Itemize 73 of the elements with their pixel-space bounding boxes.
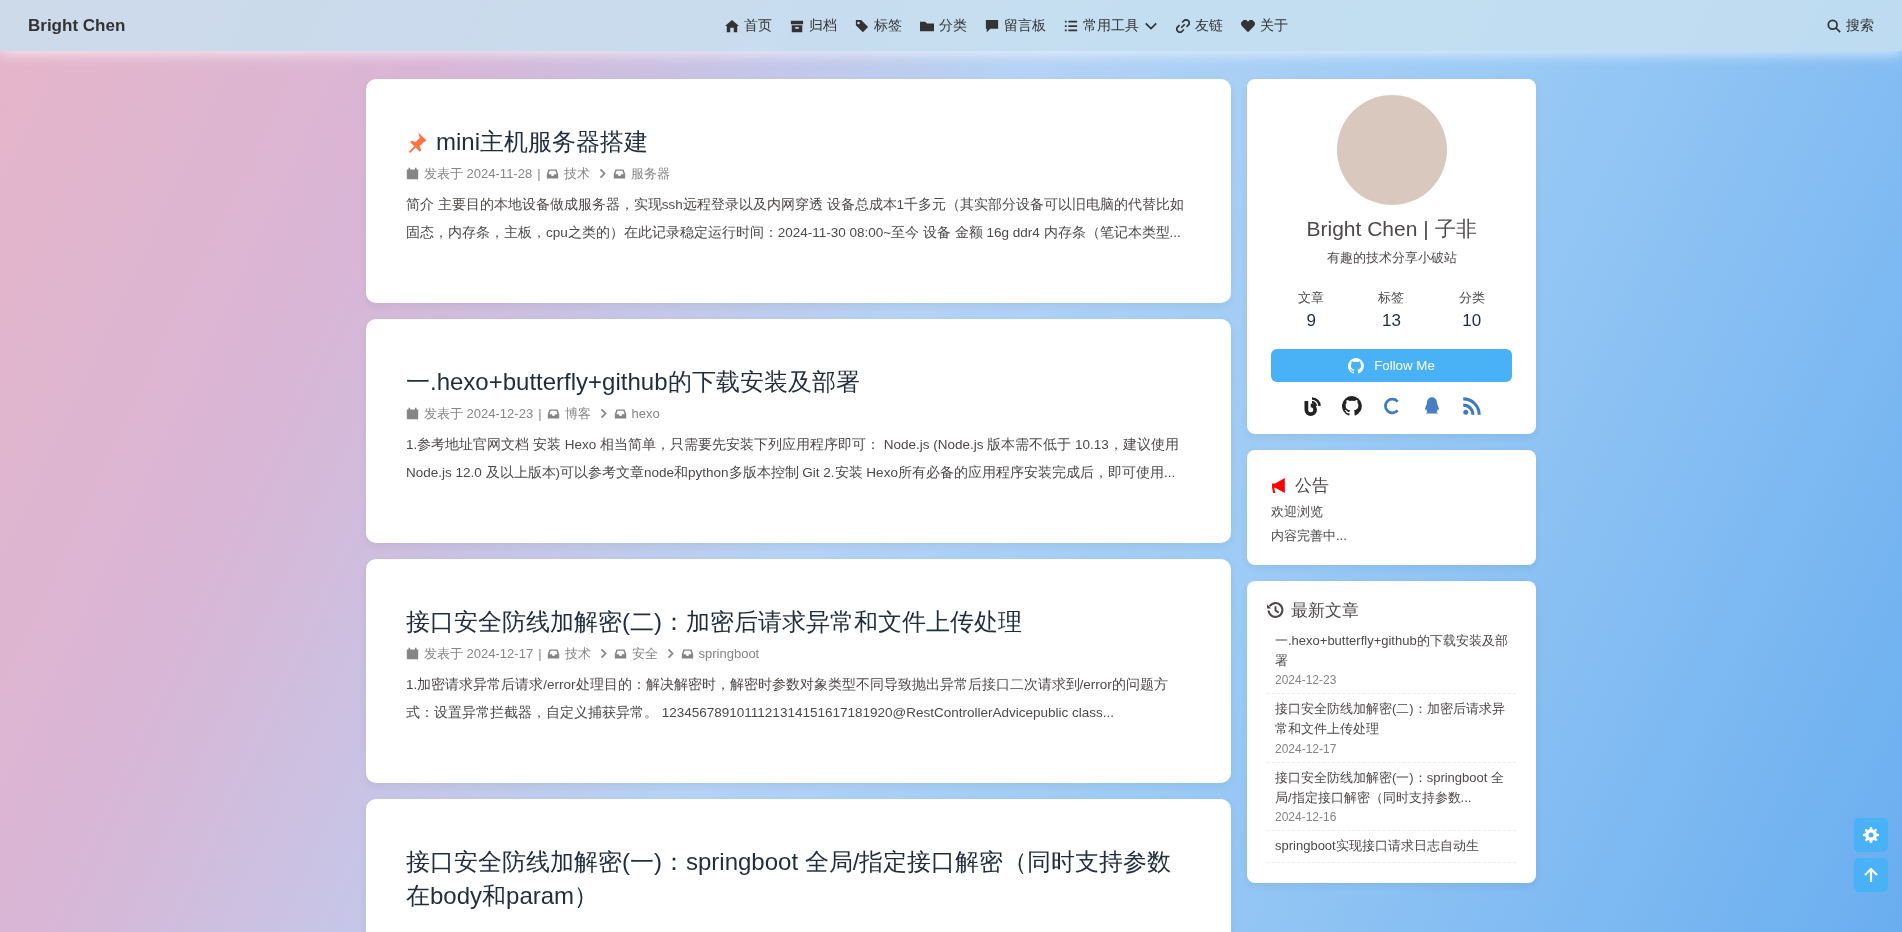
github-icon — [1341, 396, 1362, 416]
category-link[interactable]: 安全 — [631, 644, 658, 663]
category-link[interactable]: 服务器 — [630, 164, 670, 183]
post-title[interactable]: mini主机服务器搭建 — [436, 125, 648, 159]
stat-link[interactable]: 文章 9 — [1298, 289, 1325, 331]
settings-icon — [1863, 827, 1879, 843]
stat-link[interactable]: 标签 13 — [1378, 289, 1405, 331]
calendar-icon — [406, 167, 419, 181]
recent-post-link[interactable]: 接口安全防线加解密(二)：加密后请求异常和文件上传处理 — [1275, 699, 1512, 740]
github-icon — [1348, 357, 1365, 374]
author-bio: 有趣的技术分享小破站 — [1326, 249, 1457, 267]
calendar-icon — [406, 647, 419, 661]
recent-post-link[interactable]: 接口安全防线加解密(一)：springboot 全局/指定接口解密（同时支持参数... — [1275, 767, 1512, 808]
category-link[interactable]: springboot — [698, 646, 760, 662]
recent-post-link[interactable]: springboot实现接口请求日志自动生 — [1275, 835, 1512, 856]
nav-link[interactable]: 友链 — [1175, 16, 1223, 35]
recent-post-link[interactable]: 一.hexo+butterfly+github的下载安装及部署 — [1275, 631, 1512, 672]
nav-link[interactable]: 分类 — [919, 16, 967, 35]
meta-separator: | — [538, 646, 542, 662]
category-link[interactable]: 技术 — [564, 644, 591, 663]
inbox-icon — [613, 647, 627, 661]
arrow-up-icon — [1863, 867, 1879, 883]
inbox-icon — [546, 407, 560, 421]
post-excerpt: 1.加密请求异常后请求/error处理目的：解决解密时，解密时参数对象类型不同导致抛出异常后接口二次请求到/error的问题方式：设置异常拦截器，自定义捕获异常。 1234567891011121314151617181920@RestControllerAdvicepublic class... — [406, 675, 1169, 722]
notice-text: 欢迎浏览 — [1271, 503, 1324, 521]
stat-link[interactable]: 分类 10 — [1458, 289, 1485, 331]
nav-link[interactable]: 标签 — [854, 16, 902, 35]
category-link[interactable]: 博客 — [564, 404, 591, 423]
nav-link[interactable]: 归档 — [789, 16, 837, 35]
social-link[interactable] — [1341, 396, 1362, 416]
post-excerpt: 简介 主要目的本地设备做成服务器，实现ssh远程登录以及内网穿透 设备总成本1千多元（其实部分设备可以旧电脑的代替比如固态，内存条，主板，cpu之类的）在此记录稳定运行时间：2024-11-30 08:00~至今 设备 金额 16g ddr4 内存条（笔记本类型... — [406, 195, 1186, 242]
back-to-top-button[interactable] — [1854, 858, 1888, 892]
history-icon — [1267, 602, 1284, 619]
site-title[interactable]: Bright Chen — [28, 15, 126, 36]
list-icon — [1063, 18, 1078, 33]
category-link[interactable]: 技术 — [563, 164, 590, 183]
post-date: 2024-12-17 — [1275, 741, 1338, 756]
meta-separator: | — [537, 166, 541, 182]
category-link[interactable]: hexo — [631, 406, 660, 422]
tag-icon — [854, 18, 869, 33]
nav-link[interactable]: 关于 — [1240, 16, 1288, 35]
post-date: 发表于 2024-12-17 — [424, 644, 534, 663]
speech-bubble-icon — [984, 18, 999, 33]
inbox-icon — [613, 407, 627, 421]
meta-separator: | — [538, 406, 542, 422]
rss-icon — [1461, 396, 1482, 416]
author-name: Bright Chen | 子非 — [1306, 216, 1477, 242]
heart-icon — [1240, 18, 1255, 33]
post-date: 2024-12-23 — [1275, 673, 1338, 688]
post-excerpt: 1.参考地址官网文档 安装 Hexo 相当简单，只需要先安装下列应用程序即可： Node.js (Node.js 版本需不低于 10.13，建议使用 Node.js 12.0 及以上版本)可以参考文章node和python多版本控制 Git 2.安装 Hexo所有必备的应用程序安装完成后，即可使用... — [406, 435, 1180, 482]
post-date: 发表于 2024-11-28 — [424, 164, 533, 183]
notice-text: 内容完善中... — [1271, 527, 1348, 545]
link-icon — [1175, 18, 1190, 33]
megaphone-icon — [1271, 477, 1288, 494]
inbox-icon — [546, 647, 560, 661]
search-icon — [1827, 18, 1841, 33]
archive-box-icon — [789, 18, 804, 33]
post-title[interactable]: 一.hexo+butterfly+github的下载安装及部署 — [406, 365, 860, 399]
post-date: 发表于 2024-12-23 — [424, 404, 534, 423]
nav-link[interactable]: 首页 — [724, 16, 772, 35]
house-icon — [724, 18, 739, 33]
search-link[interactable]: 搜索 — [1827, 16, 1874, 35]
inbox-icon — [545, 167, 559, 181]
settings-button[interactable] — [1854, 818, 1888, 852]
nav-link[interactable]: 留言板 — [984, 16, 1046, 35]
post-date: 2024-12-16 — [1275, 809, 1338, 824]
inbox-icon — [612, 167, 626, 181]
inbox-icon — [680, 647, 694, 661]
post-title[interactable]: 接口安全防线加解密(二)：加密后请求异常和文件上传处理 — [406, 605, 1022, 639]
card-heading: 最新文章 — [1291, 600, 1359, 622]
calendar-icon — [406, 407, 419, 421]
card-heading: 公告 — [1295, 475, 1329, 497]
nav-link[interactable]: 常用工具 — [1063, 16, 1158, 35]
